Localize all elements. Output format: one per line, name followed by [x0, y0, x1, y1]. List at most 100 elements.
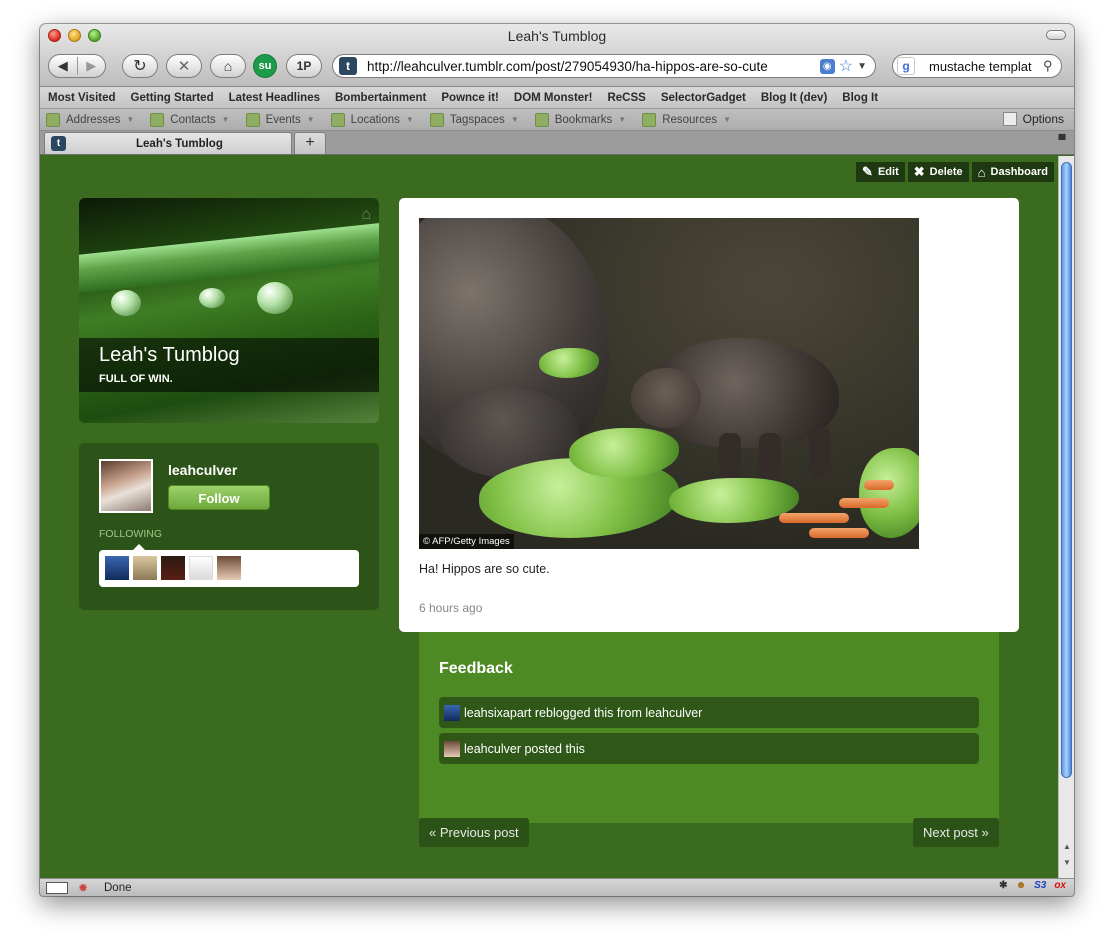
blog-subtitle: FULL OF WIN. [99, 373, 173, 385]
dashboard-button[interactable]: ⌂ Dashboard [971, 162, 1054, 182]
dashboard-label: Dashboard [990, 166, 1048, 178]
vertical-scrollbar[interactable]: ▲ ▼ [1058, 156, 1074, 878]
carrot [839, 498, 889, 508]
avatar[interactable] [99, 459, 153, 513]
feedback-text[interactable]: leahsixapart reblogged this from leahcul… [464, 706, 702, 720]
edit-button[interactable]: ✎ Edit [856, 162, 905, 182]
header-leaf-image [79, 219, 379, 295]
scroll-down-icon[interactable]: ▼ [1062, 858, 1072, 867]
addon-label: Addresses [66, 113, 121, 126]
new-tab-button[interactable]: + [294, 132, 326, 154]
url-input[interactable]: http://leahculver.tumblr.com/post/279054… [367, 59, 820, 74]
bookmark-pownce-it[interactable]: Pownce it! [441, 92, 499, 104]
scrollbar-thumb[interactable] [1061, 162, 1072, 778]
addon-tagspaces[interactable]: Tagspaces ▼ [429, 112, 519, 127]
browser-window: Leah's Tumblog ◀ ▶ ↻ ✕ ⌂ su 1P t http://… [40, 24, 1074, 896]
firebug-icon[interactable]: ✹ [78, 881, 92, 895]
addon-contacts[interactable]: Contacts ▼ [150, 112, 230, 127]
bookmark-recss[interactable]: ReCSS [607, 92, 645, 104]
addon-label: Locations [350, 113, 400, 126]
addon-options-button[interactable]: Options [1002, 112, 1064, 126]
greasemonkey-icon[interactable]: ☻ [1016, 880, 1027, 891]
status-toggle-icon[interactable] [46, 881, 68, 894]
onepassword-button[interactable]: 1P [286, 54, 322, 78]
water-drop [111, 290, 141, 316]
search-input[interactable]: mustache templat [929, 59, 1043, 74]
contacts-icon [150, 112, 165, 127]
bookmarks-toolbar: Most Visited Getting Started Latest Head… [40, 87, 1074, 109]
addon-events[interactable]: Events ▼ [245, 112, 315, 127]
tab-list-icon[interactable]: ▀ [1054, 135, 1070, 149]
tab-leahs-tumblog[interactable]: t Leah's Tumblog [44, 132, 292, 154]
s3-icon[interactable]: S3 [1034, 880, 1046, 891]
stumbleupon-icon[interactable]: su [253, 54, 277, 78]
toolbar-toggle-button[interactable] [1046, 30, 1066, 40]
post-photo[interactable]: © AFP/Getty Images [419, 218, 919, 549]
next-post-button[interactable]: Next post » [913, 818, 999, 847]
search-icon[interactable]: ⚲ [1043, 58, 1061, 74]
blog-title[interactable]: Leah's Tumblog [99, 344, 240, 367]
feedback-item: leahsixapart reblogged this from leahcul… [439, 697, 979, 728]
follow-button[interactable]: Follow [168, 485, 270, 510]
feedback-title: Feedback [439, 660, 513, 677]
feedback-item: leahculver posted this [439, 733, 979, 764]
chevron-down-icon: ▼ [306, 115, 315, 124]
back-icon[interactable]: ◀ [49, 58, 77, 74]
following-avatar[interactable] [217, 556, 241, 580]
page-content: ✎ Edit ✖ Delete ⌂ Dashboard ⌂ Leah's Tumblo… [40, 156, 1058, 878]
addon-locations[interactable]: Locations ▼ [330, 112, 414, 127]
chevron-down-icon: ▼ [405, 115, 414, 124]
scroll-up-icon[interactable]: ▲ [1062, 842, 1072, 851]
home-button[interactable]: ⌂ [210, 54, 246, 78]
close-icon: ✖ [913, 164, 925, 179]
stop-button[interactable]: ✕ [166, 54, 202, 78]
addon-addresses[interactable]: Addresses ▼ [46, 112, 134, 127]
url-bar[interactable]: t http://leahculver.tumblr.com/post/2790… [332, 54, 876, 78]
tagspaces-icon [429, 112, 444, 127]
forward-icon[interactable]: ▶ [78, 58, 106, 74]
addon-label: Tagspaces [449, 113, 505, 126]
following-label: FOLLOWING [99, 528, 163, 540]
post-timestamp[interactable]: 6 hours ago [419, 601, 482, 615]
photo-post: © AFP/Getty Images Ha! Hippos are so cut… [399, 198, 1019, 632]
username[interactable]: leahculver [168, 462, 237, 478]
blog-header[interactable]: ⌂ Leah's Tumblog FULL OF WIN. [79, 198, 379, 423]
reload-button[interactable]: ↻ [122, 54, 158, 78]
bookmark-latest-headlines[interactable]: Latest Headlines [229, 92, 320, 104]
following-avatar[interactable] [161, 556, 185, 580]
bookmark-getting-started[interactable]: Getting Started [131, 92, 214, 104]
bug-icon[interactable]: ✱ [999, 880, 1007, 891]
bookmark-most-visited[interactable]: Most Visited [48, 92, 116, 104]
photo-credit: © AFP/Getty Images [419, 534, 514, 549]
following-avatar[interactable] [189, 556, 213, 580]
avatar[interactable] [444, 740, 460, 757]
addon-resources[interactable]: Resources ▼ [642, 112, 731, 127]
previous-post-button[interactable]: « Previous post [419, 818, 529, 847]
url-dropdown-icon[interactable]: ▼ [857, 61, 867, 72]
bookmark-star-icon[interactable]: ☆ [839, 56, 853, 76]
status-text: Done [104, 881, 132, 894]
bookmark-selectorgadget[interactable]: SelectorGadget [661, 92, 746, 104]
home-icon: ⌂ [977, 164, 986, 180]
following-list [99, 544, 359, 587]
delete-button[interactable]: ✖ Delete [907, 162, 969, 182]
bookmark-blog-it-dev[interactable]: Blog It (dev) [761, 92, 827, 104]
chevron-down-icon: ▼ [510, 115, 519, 124]
addon-bookmarks[interactable]: Bookmarks ▼ [534, 112, 626, 127]
baby-hippo-leg [759, 433, 781, 483]
ox-icon[interactable]: ox [1054, 880, 1066, 891]
rss-feed-icon[interactable]: ◉ [819, 58, 835, 74]
following-avatar[interactable] [133, 556, 157, 580]
status-bar: ✹ Done ✱ ☻ S3 ox [40, 878, 1074, 896]
following-avatar[interactable] [105, 556, 129, 580]
avatar[interactable] [444, 704, 460, 721]
bookmark-bombertainment[interactable]: Bombertainment [335, 92, 426, 104]
google-engine-icon[interactable]: g [897, 57, 915, 75]
search-bar[interactable]: g mustache templat ⚲ [892, 54, 1062, 78]
water-drop [199, 288, 225, 308]
bookmark-dom-monster[interactable]: DOM Monster! [514, 92, 593, 104]
tumblr-favicon-icon: t [51, 136, 66, 151]
addon-label: Events [265, 113, 301, 126]
feedback-text[interactable]: leahculver posted this [464, 742, 585, 756]
bookmark-blog-it[interactable]: Blog It [842, 92, 878, 104]
